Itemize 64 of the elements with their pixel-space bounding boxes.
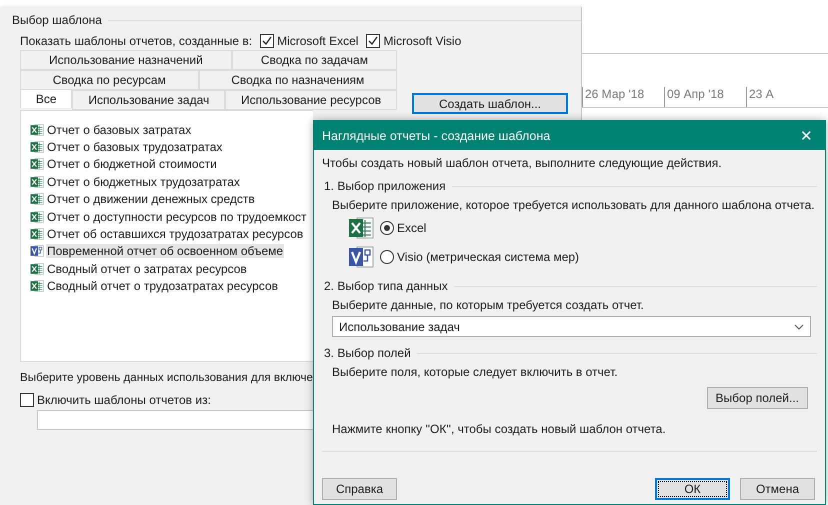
template-item[interactable]: Повременной отчет об освоенном объеме — [46, 244, 284, 258]
timescale-date: 26 Мар '18 — [582, 87, 664, 107]
spreadsheet-icon — [30, 227, 44, 242]
template-item[interactable]: Отчет о доступности ресурсов по трудоемкост — [46, 210, 308, 224]
filter-label: Показать шаблоны отчетов, созданные в: — [20, 34, 252, 48]
spreadsheet-icon — [348, 215, 374, 241]
diagram-file-icon — [348, 244, 374, 270]
tab[interactable]: Сводка по ресурсам — [20, 70, 199, 90]
group-title: Выбор шаблона — [12, 13, 102, 27]
tab[interactable]: Использование ресурсов — [225, 90, 398, 110]
tab[interactable]: Использование назначений — [20, 50, 232, 70]
checkbox[interactable] — [20, 393, 34, 407]
spreadsheet-icon — [30, 279, 44, 294]
template-item[interactable]: Отчет о базовых затратах — [46, 122, 192, 137]
radio-label: Visio (метрическая система мер) — [397, 250, 580, 264]
template-item[interactable]: Отчет о бюджетных трудозатратах — [46, 174, 241, 189]
tab[interactable]: Использование задач — [72, 90, 226, 110]
template-item[interactable]: Отчет о движении денежных средств — [46, 192, 256, 206]
spreadsheet-icon — [30, 210, 44, 224]
create-template-button[interactable]: Создать шаблон... — [412, 93, 568, 114]
close-button[interactable]: ✕ — [796, 126, 817, 144]
radio-button[interactable] — [380, 221, 394, 235]
note-text: Нажмите кнопку ''ОК'', чтобы создать новый шаблон отчета. — [331, 422, 667, 436]
section-title: 2. Выбор типа данных — [324, 279, 448, 293]
data-type-dropdown[interactable]: Использование задач — [332, 316, 811, 337]
spreadsheet-icon — [30, 140, 44, 154]
tab[interactable]: Сводка по задачам — [232, 50, 398, 70]
intro-text: Чтобы создать новый шаблон отчета, выполните следующие действия. — [322, 156, 723, 170]
timescale-date: 23 А — [746, 87, 828, 107]
checkbox-label: Включить шаблоны отчетов из: — [37, 393, 211, 407]
template-item[interactable]: Сводный отчет о трудозатратах ресурсов — [46, 279, 279, 294]
dialog-title: Наглядные отчеты - создание шаблона — [322, 128, 550, 142]
checkbox[interactable] — [260, 34, 274, 48]
spreadsheet-icon — [30, 192, 44, 206]
checkbox[interactable] — [366, 34, 380, 48]
template-item[interactable]: Сводный отчет о затратах ресурсов — [46, 262, 248, 276]
tab[interactable]: Все — [20, 89, 72, 108]
tab[interactable]: Сводка по назначениям — [198, 70, 397, 90]
select-fields-button[interactable]: Выбор полей... — [706, 387, 808, 409]
section-text: Выберите приложение, которое требуется использовать для данного шаблона отчета. — [331, 198, 816, 212]
section-title: 1. Выбор приложения — [324, 179, 446, 193]
checkbox-label: Microsoft Visio — [383, 34, 462, 48]
section-text: Выберите данные, по которым требуется создать отчет. — [331, 298, 645, 312]
section-title: 3. Выбор полей — [324, 346, 411, 360]
spreadsheet-icon — [30, 262, 44, 276]
radio-button[interactable] — [380, 250, 394, 264]
dropdown-value: Использование задач — [339, 320, 460, 334]
dialog-button[interactable]: Справка — [322, 478, 397, 500]
level-label: Выберите уровень данных использования для включе — [20, 371, 313, 384]
template-item[interactable]: Отчет о бюджетной стоимости — [46, 157, 218, 172]
template-item[interactable]: Отчет о базовых трудозатратах — [46, 140, 224, 154]
spreadsheet-icon — [30, 174, 44, 189]
timescale-date: 09 Апр '18 — [664, 87, 746, 107]
radio-label: Excel — [397, 221, 426, 235]
dialog-button[interactable]: ОК — [655, 478, 730, 500]
section-text: Выберите поля, которые следует включить в отчет. — [331, 365, 619, 379]
path-field[interactable] — [37, 410, 313, 430]
checkbox-label: Microsoft Excel — [277, 34, 358, 48]
chevron-down-icon — [794, 324, 804, 330]
dialog-button[interactable]: Отмена — [740, 478, 815, 500]
template-item[interactable]: Отчет об оставшихся трудозатратах ресурсов — [46, 227, 304, 242]
spreadsheet-icon — [30, 122, 44, 137]
diagram-file-icon — [30, 244, 44, 258]
spreadsheet-icon — [30, 157, 44, 172]
